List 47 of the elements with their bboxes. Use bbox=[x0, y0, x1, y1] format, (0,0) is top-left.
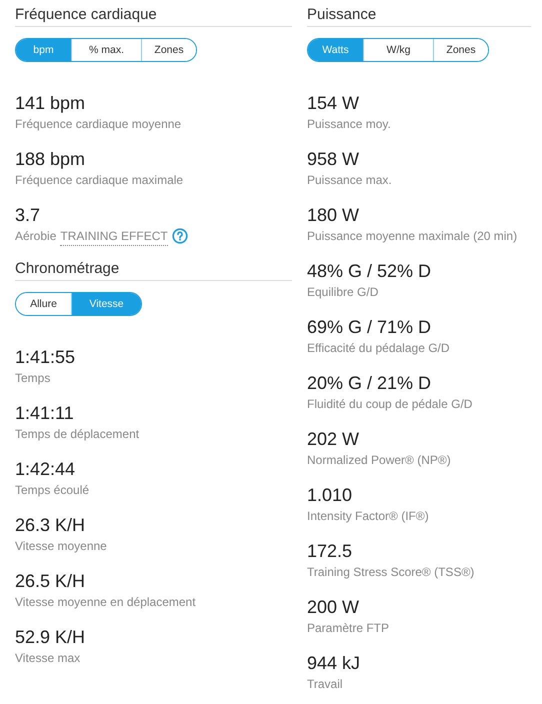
stat-label: Temps bbox=[15, 370, 52, 387]
stat-value: 1:41:55 bbox=[15, 346, 76, 368]
stat-label: Training Stress Score® (TSS®) bbox=[307, 564, 476, 581]
stat-label: Vitesse max bbox=[15, 650, 82, 667]
stat-label: Fluidité du coup de pédale G/D bbox=[307, 396, 474, 413]
stat-value: 20% G / 21% D bbox=[307, 372, 432, 394]
help-icon[interactable] bbox=[172, 228, 188, 244]
stat-value: 1.010 bbox=[307, 484, 354, 506]
stat-value: 26.5 K/H bbox=[15, 570, 86, 592]
stat-value: 1:41:11 bbox=[15, 402, 75, 424]
stat-label: Temps de déplacement bbox=[15, 426, 140, 443]
stat-value: 958 W bbox=[307, 148, 360, 170]
stat-value: 1:42:44 bbox=[15, 458, 76, 480]
stat-value: 154 W bbox=[307, 92, 360, 114]
stat-label: Normalized Power® (NP®) bbox=[307, 452, 452, 469]
toggle-button[interactable]: Zones bbox=[433, 39, 488, 61]
stat-value: 69% G / 71% D bbox=[307, 316, 432, 338]
stat-label: Efficacité du pédalage G/D bbox=[307, 340, 451, 357]
section-title: Chronométrage bbox=[15, 260, 292, 281]
stat-value: 944 kJ bbox=[307, 652, 362, 674]
stat-label: Fréquence cardiaque moyenne bbox=[15, 116, 182, 133]
stat-value: 180 W bbox=[307, 204, 360, 226]
stat-label: Vitesse moyenne en déplacement bbox=[15, 594, 197, 611]
stat-value: 3.7 bbox=[15, 204, 42, 226]
stat-label: Puissance moy. bbox=[307, 116, 392, 133]
stat-label: Intensity Factor® (IF®) bbox=[307, 508, 430, 525]
stat-value: 52.9 K/H bbox=[15, 626, 86, 648]
stat-value: 202 W bbox=[307, 428, 360, 450]
stat-value: 26.3 K/H bbox=[15, 514, 86, 536]
stat-label: Puissance max. bbox=[307, 172, 393, 189]
stat-value: 172.5 bbox=[307, 540, 354, 562]
stat-label: Travail bbox=[307, 676, 344, 693]
stat-label: Fréquence cardiaque maximale bbox=[15, 172, 184, 189]
stat-label: Puissance moyenne maximale (20 min) bbox=[307, 228, 518, 245]
stat-label: Temps écoulé bbox=[15, 482, 90, 499]
stat-label: Aérobie bbox=[15, 228, 56, 245]
section-title: Fréquence cardiaque bbox=[15, 6, 292, 27]
stat-label: Paramètre FTP bbox=[307, 620, 390, 637]
section-title: Puissance bbox=[307, 6, 531, 27]
term-link[interactable]: TRAINING EFFECT bbox=[60, 226, 168, 246]
toggle-button[interactable]: Zones bbox=[141, 39, 196, 61]
stat-value: 200 W bbox=[307, 596, 360, 618]
stat-value: 48% G / 52% D bbox=[307, 260, 432, 282]
stat-label: Equilibre G/D bbox=[307, 284, 380, 301]
stat-label: Vitesse moyenne bbox=[15, 538, 108, 555]
stat-value: 141 bpm bbox=[15, 92, 86, 114]
stat-value: 188 bpm bbox=[15, 148, 86, 170]
